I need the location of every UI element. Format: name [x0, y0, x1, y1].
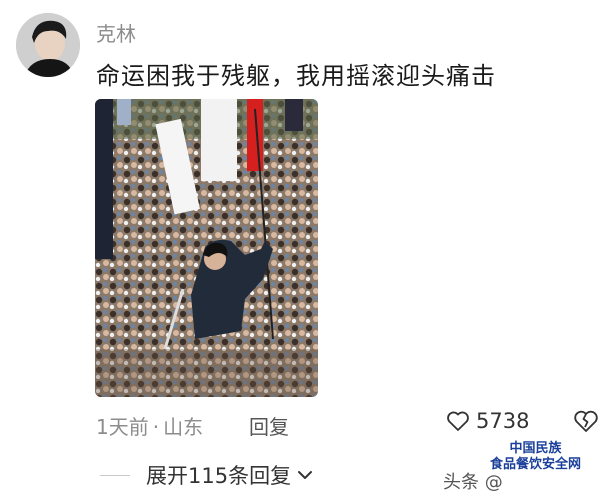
comment-meta: 1天前 · 山东 — [96, 411, 203, 440]
like-button[interactable]: 5738 — [446, 409, 529, 433]
comment-time: 1天前 — [96, 415, 149, 439]
comment-text: 命运困我于残躯，我用摇滚迎头痛击 — [96, 62, 496, 90]
comment-username[interactable]: 克林 — [96, 18, 136, 47]
watermark: 头条 @ — [443, 472, 503, 493]
expand-replies-button[interactable]: 展开115条回复 — [100, 460, 315, 490]
avatar[interactable] — [16, 13, 80, 77]
comment-location: 山东 — [163, 415, 204, 439]
like-count: 5738 — [476, 409, 530, 433]
heart-icon — [447, 411, 469, 431]
expand-divider — [100, 474, 130, 476]
site-logo-line1: 中国民族 — [509, 441, 562, 456]
reply-button[interactable]: 回复 — [249, 411, 289, 440]
site-logo: 中国民族 食品餐饮安全网 — [490, 441, 581, 473]
broken-heart-icon — [574, 410, 598, 432]
avatar-image — [16, 13, 80, 77]
concert-crowd-image — [95, 99, 318, 397]
dislike-button[interactable] — [573, 409, 599, 437]
chevron-down-icon — [298, 471, 313, 479]
comment-photo[interactable] — [95, 99, 318, 397]
site-logo-line2: 食品餐饮安全网 — [490, 457, 582, 472]
meta-separator: · — [152, 415, 160, 439]
expand-replies-label: 展开115条回复 — [146, 464, 292, 488]
